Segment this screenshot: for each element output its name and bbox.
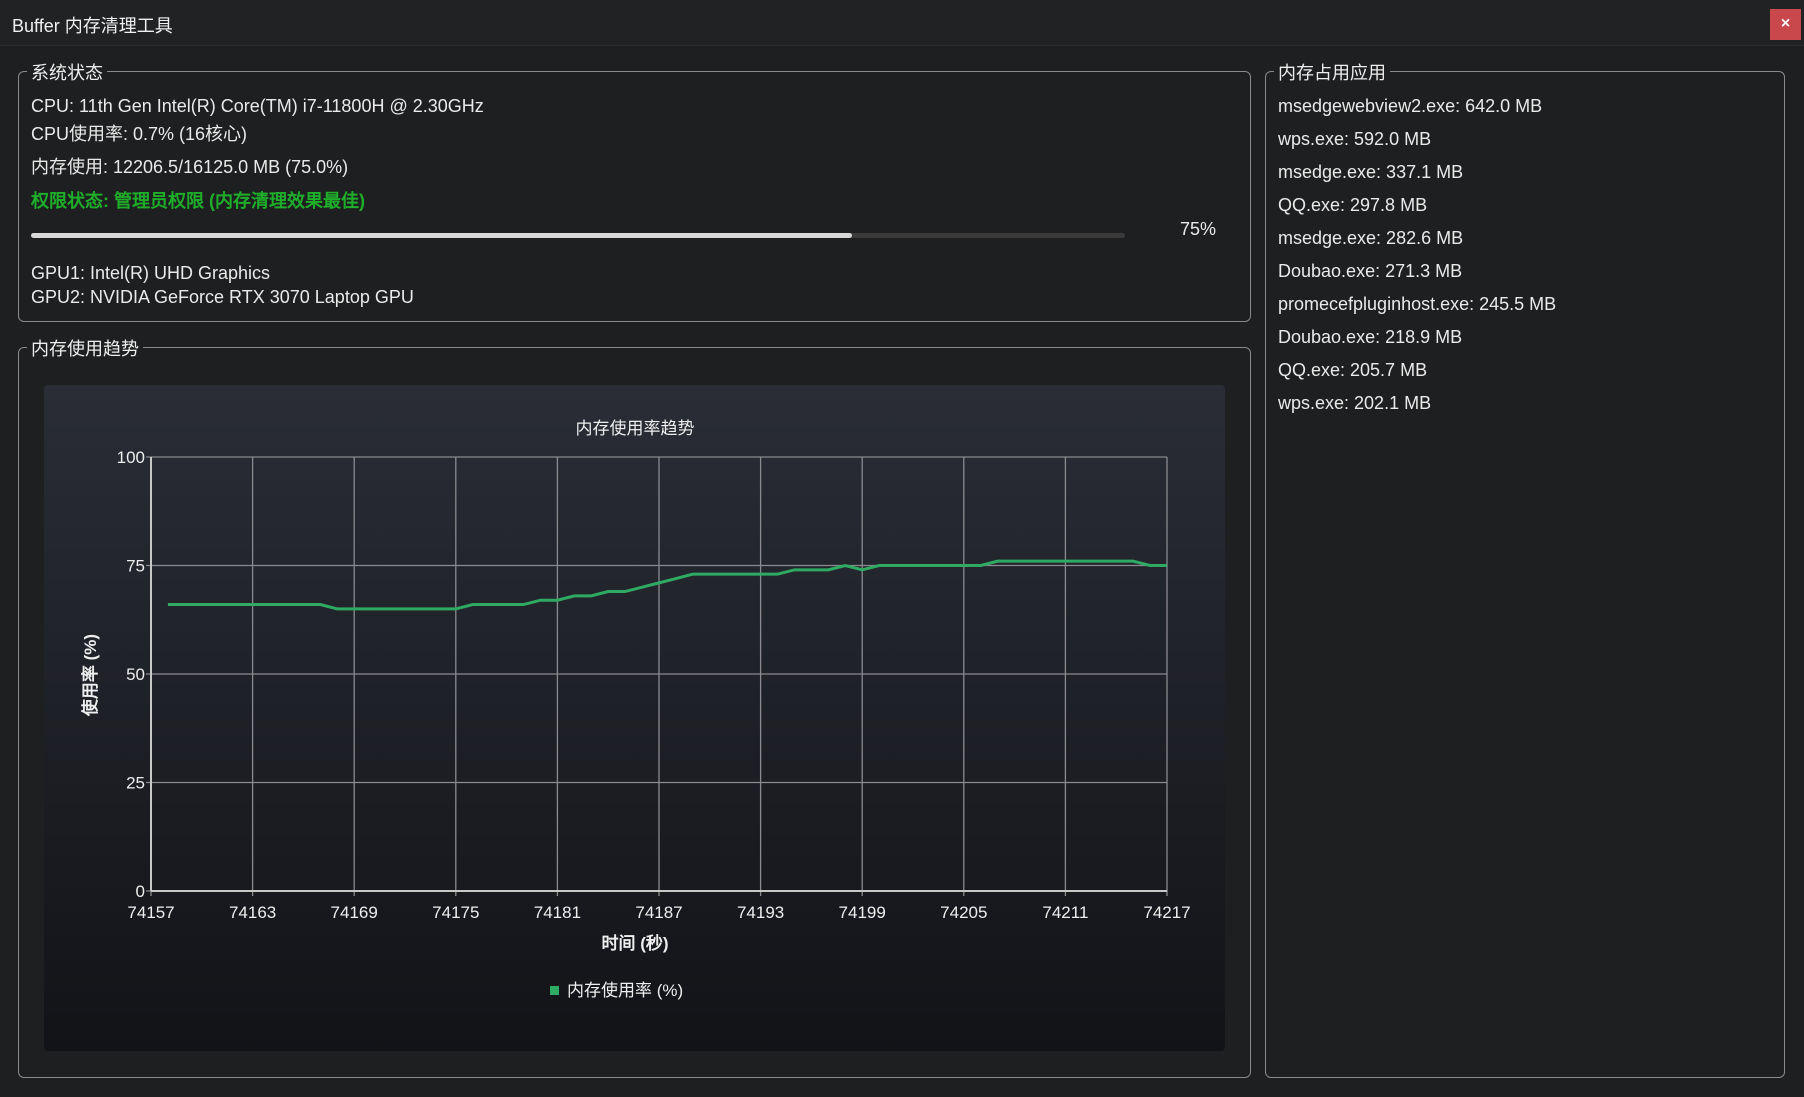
app-list-item: QQ.exe: 297.8 MB <box>1278 195 1428 215</box>
y-tick-label: 50 <box>126 665 145 684</box>
x-tick-label: 74193 <box>737 903 784 922</box>
x-tick-label: 74211 <box>1042 903 1088 922</box>
y-axis-label: 使用率 (%) <box>80 634 100 717</box>
x-tick-label: 74169 <box>331 903 378 922</box>
app-list-item: promecefpluginhost.exe: 245.5 MB <box>1278 294 1557 314</box>
x-tick-label: 74217 <box>1143 903 1190 922</box>
title-bar: Buffer 内存清理工具 × <box>0 0 1804 46</box>
memory-usage: 内存使用: 12206.5/16125.0 MB (75.0%) <box>31 157 349 177</box>
app-list-item: QQ.exe: 205.7 MB <box>1278 360 1428 380</box>
app-list-item: Doubao.exe: 271.3 MB <box>1278 261 1463 281</box>
x-tick-label: 74187 <box>635 903 682 922</box>
permission-status: 权限状态: 管理员权限 (内存清理效果最佳) <box>31 191 365 211</box>
progress-label: 75% <box>1180 219 1217 239</box>
memory-apps-group: 内存占用应用 <box>1265 59 1785 1078</box>
x-tick-label: 74205 <box>940 903 987 922</box>
close-button[interactable]: × <box>1770 9 1801 40</box>
memory-trend-chart: 内存使用率趋势 74157 74163 74169 74175 74181 74187 74… <box>80 418 1191 1000</box>
app-list-item: msedge.exe: 337.1 MB <box>1278 162 1464 182</box>
app-list-item: msedge.exe: 282.6 MB <box>1278 228 1464 248</box>
y-tick-label: 25 <box>126 774 145 793</box>
app-list-item: msedgewebview2.exe: 642.0 MB <box>1278 96 1543 116</box>
memory-progress-bar <box>31 233 1125 238</box>
series-line <box>167 559 1167 611</box>
y-tick-label: 100 <box>117 448 145 467</box>
group-label: 内存使用趋势 <box>27 335 143 361</box>
app-list-item: Doubao.exe: 218.9 MB <box>1278 327 1463 347</box>
group-label: 系统状态 <box>27 59 107 85</box>
legend-swatch <box>550 986 559 995</box>
gpu2-info: GPU2: NVIDIA GeForce RTX 3070 Laptop GPU <box>31 287 414 307</box>
chart-panel: 内存使用率趋势 74157 74163 74169 74175 74181 74187 74… <box>44 385 1225 1051</box>
x-tick-label: 74163 <box>229 903 276 922</box>
app-list-item: wps.exe: 202.1 MB <box>1278 393 1432 413</box>
window-title: Buffer 内存清理工具 <box>12 16 173 36</box>
cpu-usage: CPU使用率: 0.7% (16核心) <box>31 124 248 144</box>
group-label: 内存占用应用 <box>1274 59 1390 85</box>
y-tick-label: 75 <box>126 557 145 576</box>
x-tick-label: 74175 <box>432 903 479 922</box>
chart-title: 内存使用率趋势 <box>576 418 695 438</box>
gpu1-info: GPU1: Intel(R) UHD Graphics <box>31 263 271 283</box>
x-tick-label: 74199 <box>839 903 886 922</box>
legend-label[interactable]: 内存使用率 (%) <box>567 980 683 1000</box>
x-tick-label: 74181 <box>534 903 581 922</box>
app-list-item: wps.exe: 592.0 MB <box>1278 129 1432 149</box>
y-tick-label: 0 <box>136 882 145 901</box>
progress-fill <box>31 233 852 238</box>
x-axis-label: 时间 (秒) <box>601 933 668 953</box>
x-tick-label: 74157 <box>127 903 174 922</box>
cpu-info: CPU: 11th Gen Intel(R) Core(TM) i7-11800… <box>31 96 484 116</box>
